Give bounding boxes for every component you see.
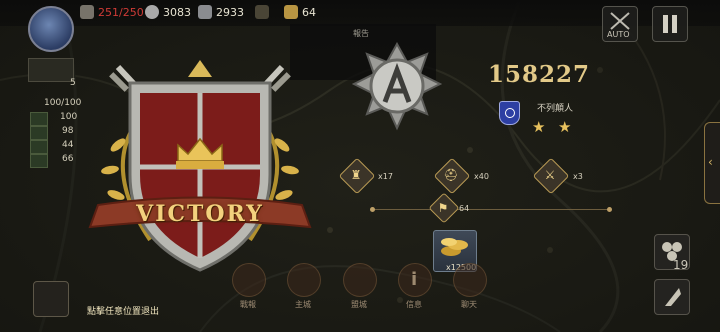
exit-hint: 點擊任意位置退出 <box>87 307 160 317</box>
toolbar-label: 戰報 <box>240 300 256 309</box>
unit-value: 44 <box>62 140 74 150</box>
toolbar-alliance-button[interactable] <box>343 263 377 297</box>
reward-count: x40 <box>474 172 489 181</box>
auto-battle-button[interactable]: AUTO <box>602 6 638 42</box>
helmet-icon: ⛑ <box>443 168 459 182</box>
rank-name: 不列顛人 <box>537 104 574 114</box>
castle-icon: ♜ <box>350 168 362 182</box>
pause-icon <box>663 15 677 33</box>
divider-dot <box>607 207 612 212</box>
divider-dot <box>370 207 375 212</box>
reward-divider <box>372 209 610 210</box>
reward-count: x3 <box>573 172 583 181</box>
victory-banner-text: VICTORY <box>136 201 264 227</box>
army-banner[interactable] <box>28 58 74 82</box>
castle-icon <box>255 5 269 19</box>
unit-slot[interactable] <box>30 140 48 154</box>
toolbar-city-button[interactable] <box>287 263 321 297</box>
iron-ingot-icon <box>198 5 212 19</box>
silver-resource[interactable]: 3083 <box>145 4 191 20</box>
pause-button[interactable] <box>652 6 688 42</box>
unit-value: 66 <box>62 154 74 164</box>
unit-slot[interactable] <box>30 126 48 140</box>
star-icon: ★ <box>558 118 572 136</box>
gold-coins-icon <box>441 238 468 256</box>
flag-resource[interactable]: 64 <box>284 4 316 20</box>
reward-count: x17 <box>378 172 393 181</box>
victory-crest <box>88 60 312 272</box>
unit-slot[interactable] <box>30 154 48 168</box>
army-side-panel: 100/100 100 98 44 66 5 <box>0 40 82 270</box>
toolbar-label: 信息 <box>406 300 422 309</box>
march-button[interactable] <box>654 279 690 315</box>
toolbar-info-button[interactable]: i <box>398 263 432 297</box>
auto-label: AUTO <box>607 30 630 39</box>
side-drawer-tab[interactable]: ‹ <box>704 122 720 204</box>
star-icon: ★ <box>532 118 546 136</box>
scroll-icon[interactable] <box>33 281 69 317</box>
swords-icon: ⚔ <box>544 168 556 182</box>
silver-coin-icon <box>145 5 159 19</box>
unit-value: 100 <box>60 112 78 122</box>
side-number: 5 <box>70 78 76 88</box>
helmet-icon <box>80 5 94 19</box>
report-tab-label[interactable]: 報告 <box>353 28 369 39</box>
rank-shield-icon <box>499 101 520 125</box>
iron-resource[interactable]: 2933 <box>198 4 244 20</box>
silver-value: 3083 <box>163 5 191 19</box>
unit-slot[interactable] <box>30 112 48 126</box>
march-flag-icon <box>665 288 681 306</box>
rank-emblem <box>352 42 442 131</box>
toolbar-label: 主城 <box>295 300 311 309</box>
troops-resource[interactable]: 251/250 <box>80 4 144 20</box>
flag-value: 64 <box>302 5 316 19</box>
toolbar-chat-button[interactable] <box>453 263 487 297</box>
toolbar-label: 盟城 <box>351 300 367 309</box>
toolbar-label: 聊天 <box>461 300 477 309</box>
troops-value: 251/250 <box>98 5 144 19</box>
castle-resource[interactable] <box>255 4 273 20</box>
flag-icon <box>284 5 298 19</box>
army-count: 100/100 <box>44 98 82 108</box>
unit-value: 98 <box>62 126 74 136</box>
chevron-left-icon: ‹ <box>708 155 713 169</box>
flag-icon: ⚑ <box>437 201 449 215</box>
battle-score: 158227 <box>488 61 591 88</box>
troop-count: 19 <box>673 258 689 272</box>
iron-value: 2933 <box>216 5 244 19</box>
info-icon: i <box>411 269 418 290</box>
reward-flag-count: 64 <box>459 204 470 213</box>
toolbar-report-button[interactable] <box>232 263 266 297</box>
